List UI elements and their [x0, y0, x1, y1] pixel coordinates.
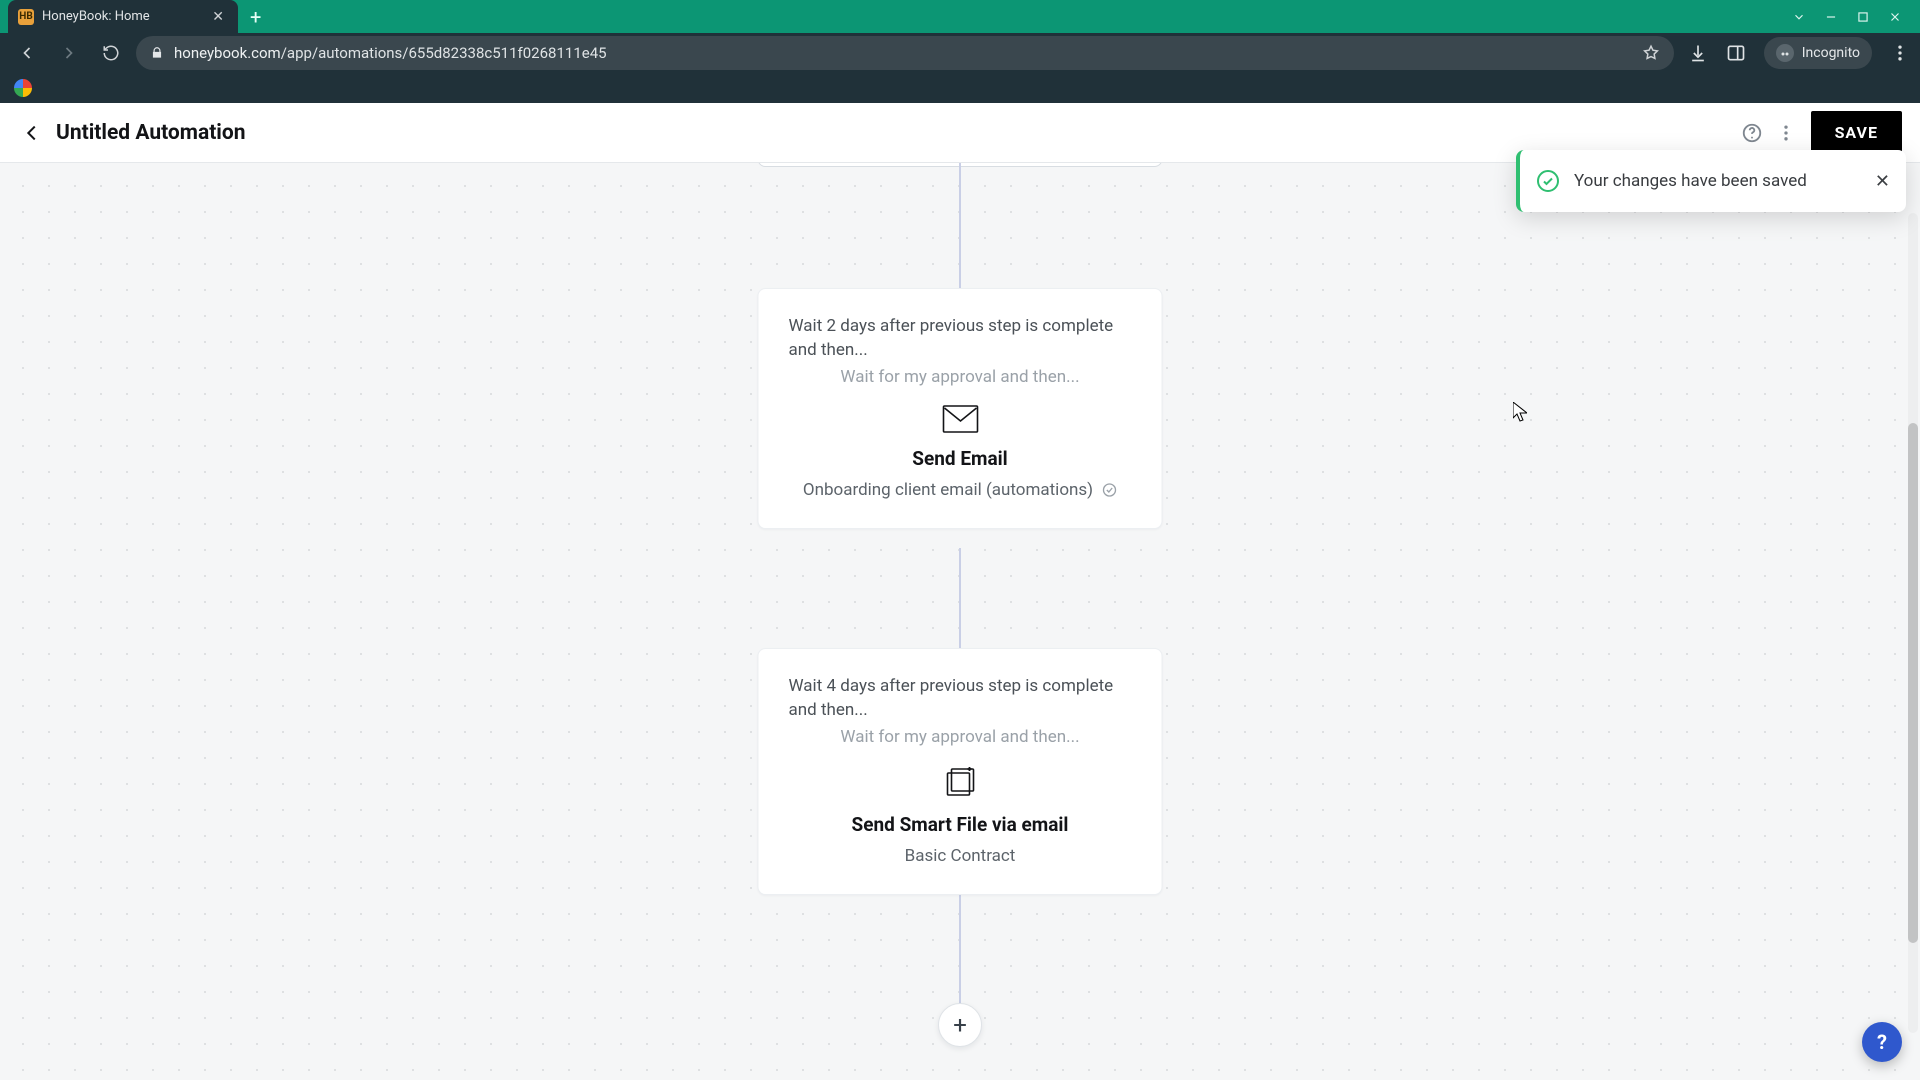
- url-text: honeybook.com/app/automations/655d82338c…: [174, 44, 607, 62]
- automation-step-card[interactable]: Wait 2 days after previous step is compl…: [758, 288, 1163, 529]
- flow-connector: [959, 163, 961, 288]
- window-controls: [1774, 0, 1920, 33]
- wait-condition-text: Wait 4 days after previous step is compl…: [789, 675, 1132, 723]
- toast-close-icon[interactable]: ✕: [1875, 171, 1890, 192]
- step-action-subtitle-row: Basic Contract: [789, 846, 1132, 866]
- automation-step-card[interactable]: Wait 4 days after previous step is compl…: [758, 648, 1163, 895]
- approval-condition-text: Wait for my approval and then...: [789, 727, 1132, 747]
- incognito-label: Incognito: [1802, 45, 1860, 61]
- nav-back-button[interactable]: [10, 36, 44, 70]
- save-button[interactable]: SAVE: [1811, 111, 1902, 154]
- side-panel-icon[interactable]: [1726, 43, 1746, 63]
- nav-reload-button[interactable]: [94, 36, 128, 70]
- bookmarks-bar: [0, 73, 1920, 103]
- window-minimize-icon[interactable]: [1824, 10, 1838, 24]
- step-action-title: Send Smart File via email: [789, 813, 1132, 836]
- tab-close-icon[interactable]: ✕: [208, 9, 228, 25]
- step-action-subtitle: Onboarding client email (automations): [803, 480, 1093, 500]
- browser-tab[interactable]: HB HoneyBook: Home ✕: [8, 0, 238, 33]
- success-check-icon: [1536, 169, 1560, 193]
- new-tab-button[interactable]: +: [238, 0, 273, 33]
- toast-message: Your changes have been saved: [1574, 171, 1861, 191]
- address-bar-row: honeybook.com/app/automations/655d82338c…: [0, 33, 1920, 73]
- step-action-title: Send Email: [789, 447, 1132, 470]
- tab-favicon: HB: [18, 9, 34, 25]
- bookmark-star-icon[interactable]: [1642, 44, 1660, 62]
- help-icon[interactable]: [1735, 116, 1769, 150]
- downloads-icon[interactable]: [1688, 43, 1708, 63]
- lock-icon: [150, 46, 164, 60]
- tab-search-icon[interactable]: [1792, 10, 1806, 24]
- add-step-button[interactable]: +: [938, 1003, 982, 1047]
- approval-condition-text: Wait for my approval and then...: [789, 367, 1132, 387]
- omnibox[interactable]: honeybook.com/app/automations/655d82338c…: [136, 36, 1674, 70]
- window-close-icon[interactable]: [1888, 10, 1902, 24]
- nav-forward-button[interactable]: [52, 36, 86, 70]
- save-toast: Your changes have been saved ✕: [1516, 150, 1906, 212]
- incognito-indicator[interactable]: Incognito: [1764, 37, 1872, 69]
- more-menu-icon[interactable]: [1769, 116, 1803, 150]
- automation-canvas[interactable]: Wait 2 days after previous step is compl…: [0, 163, 1920, 1080]
- titlebar: HB HoneyBook: Home ✕ +: [0, 0, 1920, 33]
- mail-icon: [942, 405, 978, 433]
- browser-chrome: HB HoneyBook: Home ✕ + honeybook.com/app…: [0, 0, 1920, 103]
- app-back-button[interactable]: [18, 119, 46, 147]
- browser-menu-icon[interactable]: [1890, 43, 1910, 63]
- page-title: Untitled Automation: [56, 121, 245, 145]
- flow-connector: [959, 548, 961, 648]
- vertical-scrollbar-thumb[interactable]: [1908, 423, 1918, 943]
- step-action-subtitle: Basic Contract: [905, 846, 1016, 866]
- bookmark-google-icon[interactable]: [14, 79, 32, 97]
- smart-file-icon: [943, 765, 977, 799]
- help-fab-button[interactable]: ?: [1862, 1022, 1902, 1062]
- wait-condition-text: Wait 2 days after previous step is compl…: [789, 315, 1132, 363]
- incognito-icon: [1776, 44, 1794, 62]
- step-action-subtitle-row: Onboarding client email (automations): [789, 480, 1132, 500]
- tab-title: HoneyBook: Home: [42, 9, 200, 24]
- template-indicator-icon: [1101, 482, 1117, 498]
- window-maximize-icon[interactable]: [1856, 10, 1870, 24]
